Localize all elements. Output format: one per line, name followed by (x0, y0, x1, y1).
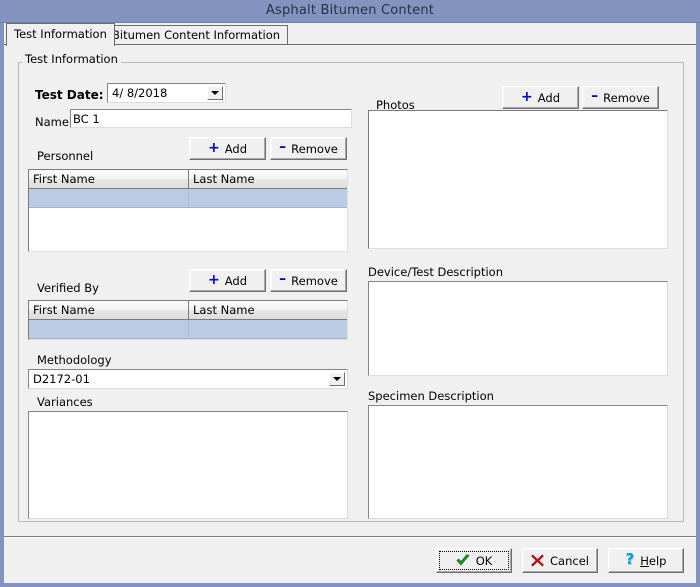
methodology-dropdown[interactable]: D2172-01 (28, 369, 348, 389)
verified-by-col-last-name: Last Name (193, 303, 255, 317)
verified-by-add-label: Add (224, 273, 247, 288)
test-date-value: 4/ 8/2018 (112, 86, 168, 100)
verified-by-label: Verified By (37, 281, 99, 295)
personnel-col-first-name: First Name (29, 170, 189, 188)
test-date-label: Test Date: (35, 88, 104, 102)
table-row[interactable] (29, 189, 347, 208)
verified-by-table[interactable]: First Name Last Name (28, 300, 348, 340)
verified-by-add-button[interactable]: + Add (189, 269, 266, 292)
verified-by-remove-label: Remove (291, 273, 338, 288)
title-bar: Asphalt Bitumen Content (0, 0, 700, 23)
specimen-description-label: Specimen Description (368, 389, 494, 403)
personnel-add-button[interactable]: + Add (189, 137, 266, 160)
minus-icon: – (279, 270, 287, 287)
variances-input[interactable] (28, 411, 348, 519)
checkmark-icon (456, 554, 470, 567)
device-test-description-label: Device/Test Description (368, 265, 504, 279)
name-label: Name: (35, 115, 73, 129)
tab-bitumen-content-information[interactable]: Bitumen Content Information (104, 25, 289, 45)
plus-icon: + (208, 139, 220, 156)
focus-rectangle (439, 551, 509, 570)
specimen-description-input[interactable] (368, 405, 668, 519)
personnel-cell-last-name (189, 189, 347, 207)
tab-strip: Test Information Bitumen Content Informa… (4, 23, 696, 46)
minus-icon: – (591, 87, 599, 104)
ok-button-label: OK (475, 553, 493, 568)
personnel-col-last-name: Last Name (193, 172, 255, 186)
methodology-value: D2172-01 (33, 372, 90, 386)
verified-by-col-first-name: First Name (29, 301, 189, 319)
window-title: Asphalt Bitumen Content (265, 3, 435, 18)
groupbox-caption: Test Information (22, 53, 121, 65)
verified-by-cell-first-name (29, 320, 189, 338)
personnel-add-label: Add (224, 141, 247, 156)
chevron-down-icon[interactable] (329, 372, 345, 386)
personnel-remove-button[interactable]: – Remove (270, 137, 347, 160)
cancel-button-label: Cancel (550, 553, 589, 568)
question-mark-icon: ? (625, 550, 635, 568)
plus-icon: + (208, 271, 220, 288)
minus-icon: – (279, 138, 287, 155)
test-date-picker[interactable]: 4/ 8/2018 (107, 83, 226, 103)
tab-test-information[interactable]: Test Information (6, 23, 115, 46)
help-button-label: Help (640, 554, 666, 568)
tab-page-test-information: Test Date: 4/ 8/2018 Name: BC 1 Personne… (4, 44, 696, 536)
help-label-mnemonic: H (640, 553, 649, 568)
help-button[interactable]: ? Help (608, 548, 684, 573)
plus-icon: + (521, 88, 533, 105)
window-frame-right (696, 23, 700, 587)
verified-by-cell-last-name (189, 320, 347, 338)
ok-button[interactable]: OK (436, 548, 512, 573)
device-test-description-input[interactable] (368, 281, 668, 376)
verified-by-remove-button[interactable]: – Remove (270, 269, 347, 292)
photos-add-label: Add (537, 90, 560, 105)
variances-label: Variances (37, 395, 93, 409)
methodology-label: Methodology (37, 353, 112, 367)
personnel-table[interactable]: First Name Last Name (28, 169, 348, 252)
photos-remove-label: Remove (603, 90, 650, 105)
help-label-rest: elp (648, 553, 667, 568)
verified-by-table-header: First Name Last Name (29, 301, 347, 320)
personnel-table-header: First Name Last Name (29, 170, 347, 189)
table-row[interactable] (29, 320, 347, 339)
window-frame-bottom (0, 583, 700, 587)
dialog-button-bar: OK Cancel ? Help (4, 536, 696, 583)
photos-list[interactable] (368, 110, 668, 249)
personnel-cell-first-name (29, 189, 189, 207)
dialog-window: Asphalt Bitumen Content Test Information… (0, 0, 700, 587)
personnel-label: Personnel (37, 149, 94, 163)
photos-add-button[interactable]: + Add (502, 86, 579, 109)
name-input[interactable]: BC 1 (70, 109, 352, 128)
photos-remove-button[interactable]: – Remove (582, 86, 659, 109)
personnel-remove-label: Remove (291, 141, 338, 156)
chevron-down-icon[interactable] (207, 86, 223, 100)
close-icon (531, 554, 544, 567)
cancel-button[interactable]: Cancel (522, 548, 598, 573)
